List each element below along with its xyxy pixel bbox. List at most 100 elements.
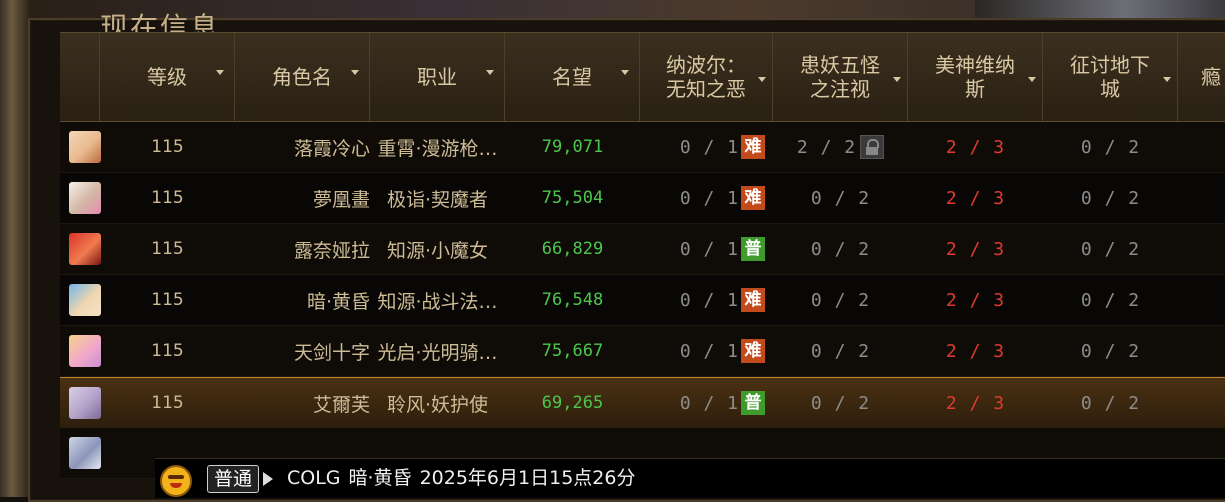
raid-progress: 2 / 3	[945, 136, 1006, 158]
table-row[interactable]: 115 天剑十字 光启·光明骑… 75,667 0 / 1 难 0 / 2 2 …	[60, 326, 1225, 377]
table-row[interactable]: 115 艾爾芙 聆风·妖护使 69,265 0 / 1 普 0 / 2 2 / …	[60, 377, 1225, 429]
header-fame[interactable]: 名望	[505, 33, 640, 121]
cell-raid-five-demons: 0 / 2	[773, 224, 908, 274]
cell-raid-five-demons: 0 / 2	[773, 275, 908, 325]
sort-caret-icon	[621, 70, 629, 75]
sort-caret-icon	[758, 77, 766, 82]
raid-progress: 0 / 2	[1080, 340, 1141, 362]
cell-raid-venus: 2 / 3	[908, 173, 1043, 223]
avatar	[69, 387, 101, 419]
raid-progress: 0 / 2	[810, 340, 871, 362]
cell-raid-dungeon: 0 / 2	[1043, 275, 1178, 325]
cell-fame: 79,071	[541, 137, 604, 157]
cell-raid-five-demons: 0 / 2	[773, 326, 908, 376]
header-name[interactable]: 角色名	[235, 33, 370, 121]
cell-raid-venus: 2 / 3	[908, 122, 1043, 172]
difficulty-badge: 普	[741, 391, 765, 415]
header-level[interactable]: 等级	[100, 33, 235, 121]
cell-job: 极诣·契魔者	[386, 188, 489, 211]
raid-progress: 2 / 3	[945, 238, 1006, 260]
raid-progress: 0 / 2	[810, 289, 871, 311]
header-raid-venus[interactable]: 美神维纳 斯	[908, 33, 1043, 121]
difficulty-badge: 难	[741, 135, 765, 159]
chat-sender-name[interactable]: 暗·黄昏	[349, 467, 412, 489]
cell-job: 知源·小魔女	[386, 239, 489, 262]
table-row[interactable]: 115 暗·黄昏 知源·战斗法… 76,548 0 / 1 难 0 / 2 2 …	[60, 275, 1225, 326]
cell-job: 知源·战斗法…	[377, 290, 498, 313]
cell-raid-nabor: 0 / 1 普	[640, 224, 773, 274]
cell-raid-nabor: 0 / 1 难	[640, 326, 773, 376]
chat-channel-label[interactable]: 普通	[207, 465, 260, 493]
cell-fame: 69,265	[541, 393, 604, 413]
play-arrow-icon	[263, 472, 273, 486]
cell-raid-nabor: 0 / 1 难	[640, 122, 773, 172]
cell-raid-venus: 2 / 3	[908, 378, 1043, 428]
raid-progress: 2 / 2	[796, 136, 857, 158]
raid-progress: 0 / 2	[1080, 289, 1141, 311]
table-row[interactable]: 115 夢凰畫 极诣·契魔者 75,504 0 / 1 难 0 / 2 2 / …	[60, 173, 1225, 224]
cell-raid-five-demons: 0 / 2	[773, 173, 908, 223]
avatar	[69, 233, 101, 265]
cell-fame: 66,829	[541, 239, 604, 259]
table-row[interactable]: 115 露奈娅拉 知源·小魔女 66,829 0 / 1 普 0 / 2 2 /…	[60, 224, 1225, 275]
cell-level: 115	[151, 137, 184, 157]
raid-progress: 0 / 1	[679, 392, 739, 414]
cell-raid-dungeon: 0 / 2	[1043, 326, 1178, 376]
cell-raid-nabor: 0 / 1 难	[640, 275, 773, 325]
cell-name: 落霞冷心	[293, 137, 370, 160]
table-header: 等级 角色名 职业 名望 纳波尔： 无知之恶 患妖五怪 之注视 美神维纳 斯 征…	[60, 32, 1225, 122]
chat-bar: 普通 COLG 暗·黄昏 2025年6月1日15点26分	[155, 458, 1225, 498]
cell-raid-five-demons: 0 / 2	[773, 378, 908, 428]
sort-caret-icon	[893, 77, 901, 82]
header-raid-dungeon[interactable]: 征讨地下 城	[1043, 33, 1178, 121]
avatar	[69, 182, 101, 214]
cell-raid-dungeon: 0 / 2	[1043, 224, 1178, 274]
header-raid-nabor[interactable]: 纳波尔： 无知之恶	[640, 33, 773, 121]
cell-raid-venus: 2 / 3	[908, 326, 1043, 376]
raid-progress: 0 / 2	[810, 187, 871, 209]
cell-level: 115	[151, 290, 184, 310]
cell-name: 暗·黄昏	[306, 290, 370, 313]
sort-caret-icon	[216, 70, 224, 75]
raid-progress: 0 / 1	[679, 187, 739, 209]
cell-raid-dungeon: 0 / 2	[1043, 122, 1178, 172]
cell-raid-dungeon: 0 / 2	[1043, 378, 1178, 428]
raid-progress: 0 / 1	[679, 289, 739, 311]
avatar	[69, 335, 101, 367]
sort-caret-icon	[351, 70, 359, 75]
sort-caret-icon	[1163, 77, 1171, 82]
header-raid-five-demons[interactable]: 患妖五怪 之注视	[773, 33, 908, 121]
raid-progress: 0 / 2	[1080, 392, 1141, 414]
table-row[interactable]: 115 落霞冷心 重霄·漫游枪… 79,071 0 / 1 难 2 / 2 2 …	[60, 122, 1225, 173]
lock-icon	[860, 135, 885, 159]
raid-progress: 0 / 2	[1080, 136, 1141, 158]
smiley-emote-icon[interactable]	[160, 465, 192, 497]
cell-level: 115	[151, 188, 184, 208]
cell-level: 115	[151, 341, 184, 361]
header-job[interactable]: 职业	[370, 33, 505, 121]
chat-message: COLG 暗·黄昏 2025年6月1日15点26分	[287, 459, 635, 498]
cell-raid-nabor: 0 / 1 普	[640, 378, 773, 428]
raid-progress: 2 / 3	[945, 340, 1006, 362]
raid-progress: 2 / 3	[945, 289, 1006, 311]
cell-raid-venus: 2 / 3	[908, 275, 1043, 325]
cell-job: 重霄·漫游枪…	[377, 137, 498, 160]
avatar	[69, 284, 101, 316]
raid-progress: 0 / 2	[810, 392, 871, 414]
avatar	[69, 437, 101, 469]
raid-progress: 0 / 1	[679, 136, 739, 158]
difficulty-badge: 难	[741, 339, 765, 363]
cell-raid-nabor: 0 / 1 难	[640, 173, 773, 223]
difficulty-badge: 难	[741, 288, 765, 312]
raid-progress: 0 / 1	[679, 340, 739, 362]
cell-name: 艾爾芙	[312, 393, 370, 416]
raid-progress: 0 / 1	[679, 238, 739, 260]
character-table: 等级 角色名 职业 名望 纳波尔： 无知之恶 患妖五怪 之注视 美神维纳 斯 征…	[60, 32, 1225, 497]
header-raid-partial[interactable]: 瘾	[1178, 33, 1225, 121]
cell-fame: 75,504	[541, 188, 604, 208]
cell-name: 夢凰畫	[312, 188, 370, 211]
raid-progress: 0 / 2	[1080, 187, 1141, 209]
background-left-art	[0, 0, 30, 497]
sort-caret-icon	[486, 70, 494, 75]
raid-progress: 2 / 3	[945, 392, 1006, 414]
